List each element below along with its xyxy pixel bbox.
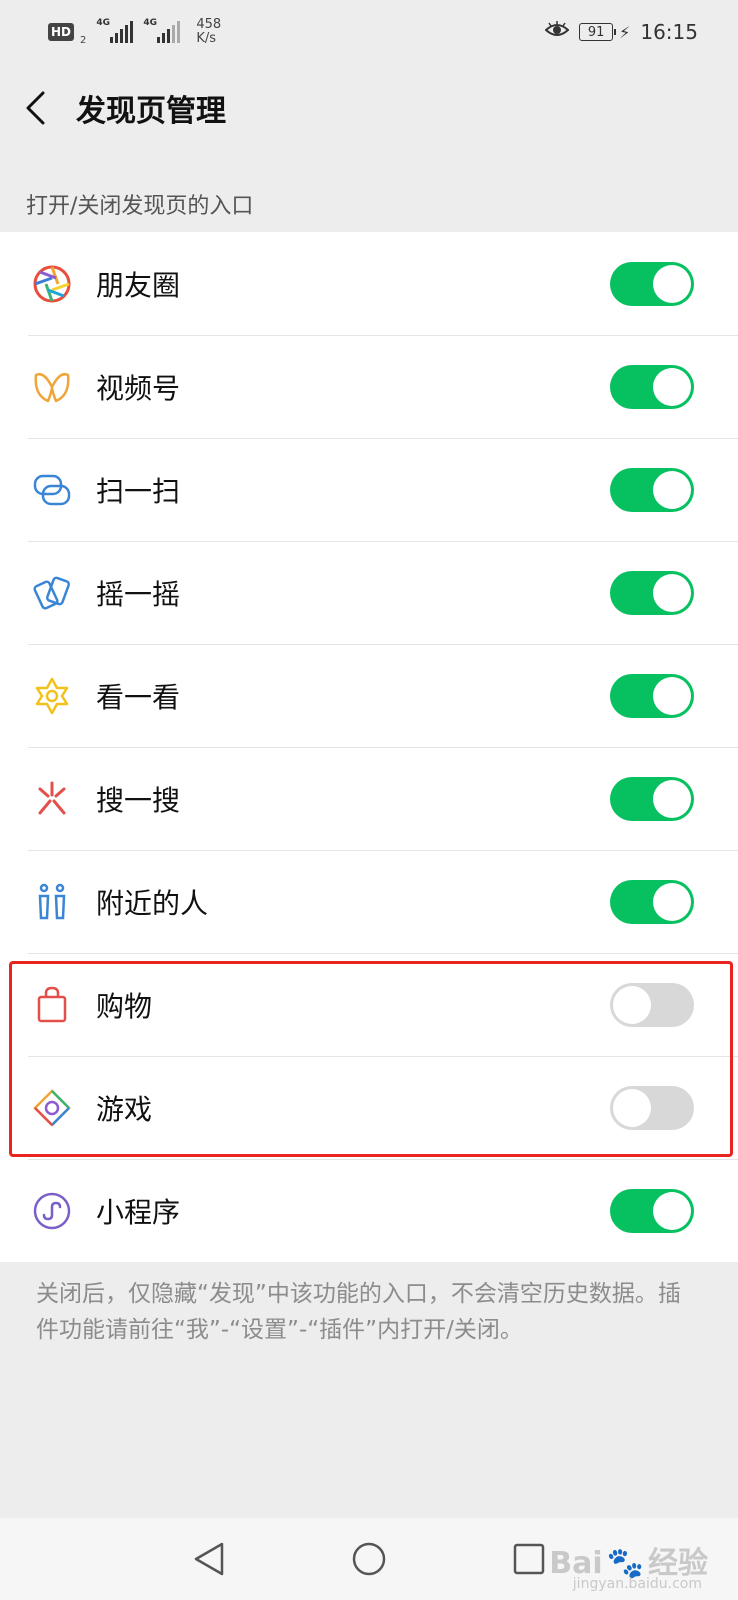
toggle-shake[interactable] xyxy=(610,570,694,615)
item-label: 朋友圈 xyxy=(96,268,181,302)
item-label: 购物 xyxy=(96,989,153,1023)
toggle-scan[interactable] xyxy=(610,467,694,512)
list-item-scan: 扫一扫 xyxy=(0,438,738,541)
games-icon xyxy=(28,1084,76,1132)
toggle-games[interactable] xyxy=(610,1085,694,1130)
list-item-shopping: 购物 xyxy=(0,953,738,1056)
charging-icon: ⚡ xyxy=(619,22,631,42)
toggle-top-stories[interactable] xyxy=(610,673,694,718)
list-item-people-nearby: 附近的人 xyxy=(0,850,738,953)
list-item-shake: 摇一摇 xyxy=(0,541,738,644)
search-icon xyxy=(28,775,76,823)
sim-number: 2 xyxy=(80,35,87,46)
toggle-search[interactable] xyxy=(610,776,694,821)
list-item-moments: 朋友圈 xyxy=(0,232,738,335)
title-bar: 发现页管理 xyxy=(0,64,738,152)
item-label: 看一看 xyxy=(96,680,181,714)
watermark-logo: Bai 🐾 经验 jingyan.baidu.com xyxy=(549,1538,708,1592)
status-bar: HD 2 4G 4G 458 K/s 91 ⚡ 16:15 xyxy=(0,0,738,64)
eye-comfort-icon xyxy=(544,20,570,45)
list-item-games: 游戏 xyxy=(0,1056,738,1159)
back-arrow-icon[interactable] xyxy=(24,88,54,128)
clock: 16:15 xyxy=(640,20,698,44)
toggle-channels[interactable] xyxy=(610,364,694,409)
item-label: 扫一扫 xyxy=(96,474,181,508)
sim2-network-label: 4G xyxy=(143,18,158,28)
top-stories-icon xyxy=(28,672,76,720)
entry-list: 朋友圈 视频号 扫一扫 摇一摇 看一看 搜一搜 附近的人 购物 游戏 小程序 xyxy=(0,232,738,1262)
item-label: 小程序 xyxy=(96,1195,181,1229)
watermark-url: jingyan.baidu.com xyxy=(572,1576,702,1592)
signal-sim1-icon: 4G xyxy=(96,18,134,43)
network-speed-value: 458 xyxy=(196,17,222,32)
nav-recents-icon[interactable] xyxy=(509,1539,549,1579)
people-nearby-icon xyxy=(28,878,76,926)
list-item-top-stories: 看一看 xyxy=(0,644,738,747)
moments-icon xyxy=(28,260,76,308)
section-label: 打开/关闭发现页的入口 xyxy=(26,194,254,219)
item-label: 附近的人 xyxy=(96,886,209,920)
toggle-mini-programs[interactable] xyxy=(610,1188,694,1233)
list-item-search: 搜一搜 xyxy=(0,747,738,850)
mini-programs-icon xyxy=(28,1187,76,1235)
battery-icon: 91 xyxy=(579,23,617,41)
toggle-moments[interactable] xyxy=(610,261,694,306)
page-title: 发现页管理 xyxy=(76,94,226,129)
nav-home-icon[interactable] xyxy=(349,1539,389,1579)
footnote: 关闭后，仅隐藏“发现”中该功能的入口，不会清空历史数据。插件功能请前往“我”-“… xyxy=(36,1281,681,1343)
toggle-people-nearby[interactable] xyxy=(610,879,694,924)
list-item-channels: 视频号 xyxy=(0,335,738,438)
status-right: 91 ⚡ 16:15 xyxy=(544,20,698,45)
sim1-network-label: 4G xyxy=(96,18,111,28)
network-speed-unit: K/s xyxy=(196,31,217,46)
status-left: HD 2 4G 4G 458 K/s xyxy=(48,18,221,46)
item-label: 摇一摇 xyxy=(96,577,181,611)
network-speed: 458 K/s xyxy=(196,18,221,46)
nav-back-icon[interactable] xyxy=(189,1539,229,1579)
list-item-mini-programs: 小程序 xyxy=(0,1159,738,1262)
hd-badge: HD xyxy=(48,23,74,41)
shake-icon xyxy=(28,569,76,617)
scan-icon xyxy=(28,466,76,514)
channels-icon xyxy=(28,363,76,411)
toggle-shopping[interactable] xyxy=(610,982,694,1027)
item-label: 搜一搜 xyxy=(96,783,181,817)
item-label: 视频号 xyxy=(96,371,181,405)
item-label: 游戏 xyxy=(96,1092,153,1126)
shopping-bag-icon xyxy=(28,981,76,1029)
signal-sim2-icon: 4G xyxy=(143,18,181,43)
